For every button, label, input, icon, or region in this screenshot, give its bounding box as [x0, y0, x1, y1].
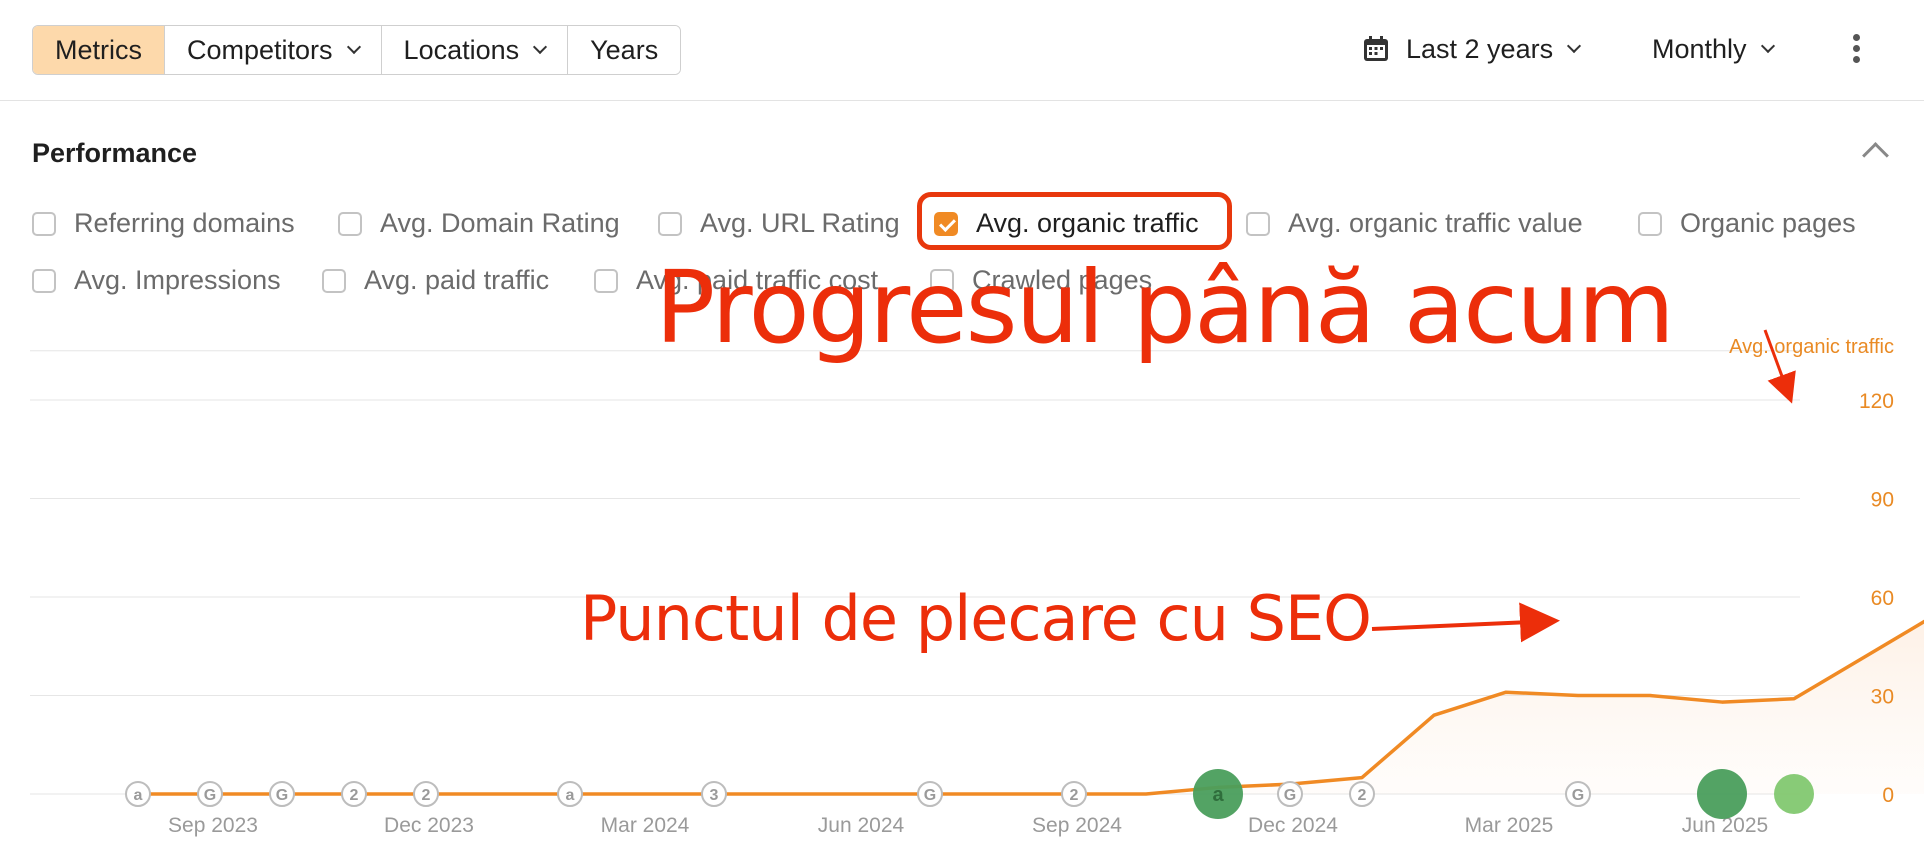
event-marker-dot [1697, 769, 1747, 819]
event-marker-label: 2 [350, 787, 359, 804]
traffic-chart: Sep 2023 Dec 2023 Mar 2024 Jun 2024 Sep 2024… [30, 329, 1924, 837]
annotation-start-point: Punctul de plecare cu SEO [580, 582, 1372, 655]
event-marker-label: 2 [422, 787, 431, 804]
event-marker-label: a [134, 787, 143, 804]
event-marker-label: G [1284, 787, 1296, 804]
x-tick-label: Jun 2024 [818, 814, 905, 837]
x-tick-label: Mar 2025 [1465, 814, 1554, 837]
event-marker-label: G [276, 787, 288, 804]
series-label: Avg. organic traffic [1729, 336, 1894, 358]
event-marker-label: 2 [1358, 787, 1367, 804]
event-marker-label: G [204, 787, 216, 804]
x-tick-label: Sep 2023 [168, 814, 258, 837]
x-tick-label: Mar 2024 [601, 814, 690, 837]
event-marker-dot [1774, 774, 1814, 814]
event-marker-label: 2 [1070, 787, 1079, 804]
y-tick-label: 0 [1882, 784, 1894, 807]
y-tick-label: 30 [1871, 686, 1894, 709]
event-marker-label: G [1572, 787, 1584, 804]
event-marker-label: G [924, 787, 936, 804]
x-tick-label: Sep 2024 [1032, 814, 1122, 837]
x-tick-label: Dec 2023 [384, 814, 474, 837]
y-tick-label: 60 [1871, 587, 1894, 610]
annotation-arrow-mid [1371, 602, 1560, 643]
event-marker-label: a [566, 787, 575, 804]
event-marker-label: a [1212, 784, 1224, 806]
x-tick-label: Dec 2024 [1248, 814, 1338, 837]
event-marker-label: 3 [710, 787, 719, 804]
y-tick-label: 120 [1859, 390, 1894, 413]
annotation-headline: Progresul până acum [655, 249, 1675, 366]
y-tick-label: 90 [1871, 489, 1894, 512]
